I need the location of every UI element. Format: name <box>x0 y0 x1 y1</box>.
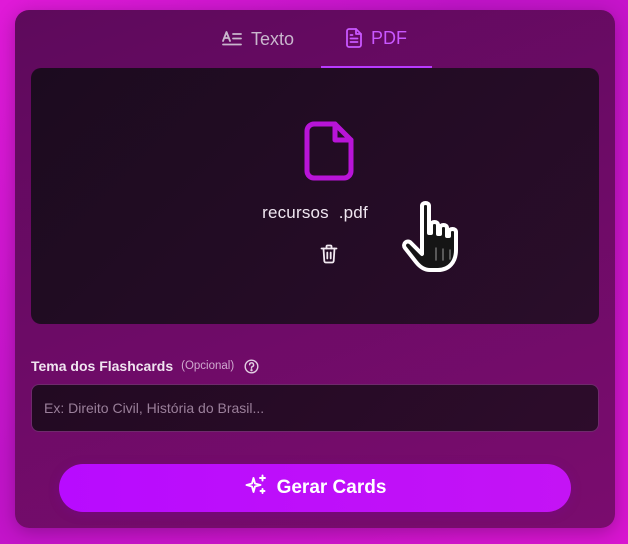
generate-cards-label: Gerar Cards <box>276 477 387 498</box>
topic-input[interactable] <box>31 384 599 432</box>
generate-cards-button[interactable]: Gerar Cards <box>59 464 571 512</box>
sparkles-icon <box>244 473 268 503</box>
source-tabs: Texto PDF <box>15 10 615 68</box>
topic-field-label: Tema dos Flashcards (Opcional) <box>31 358 259 374</box>
document-icon <box>346 28 362 48</box>
help-circle-icon[interactable] <box>242 358 259 374</box>
optional-hint: (Opcional) <box>181 360 235 372</box>
file-icon <box>303 120 355 187</box>
trash-icon[interactable] <box>320 244 338 269</box>
hand-pointer-icon <box>402 198 476 281</box>
topic-label: Tema dos Flashcards <box>31 358 174 374</box>
tab-pdf-label: PDF <box>371 27 407 48</box>
pdf-dropzone[interactable]: recursos .pdf <box>31 68 599 324</box>
tab-texto-label: Texto <box>250 28 295 49</box>
tab-texto[interactable]: Texto <box>205 10 311 68</box>
uploaded-file-name: recursos .pdf <box>262 203 368 222</box>
tab-pdf[interactable]: PDF <box>321 10 432 68</box>
text-lines-icon <box>222 31 242 47</box>
flashcard-panel: Texto PDF recursos .pdf Tema dos Flashca… <box>15 10 615 528</box>
